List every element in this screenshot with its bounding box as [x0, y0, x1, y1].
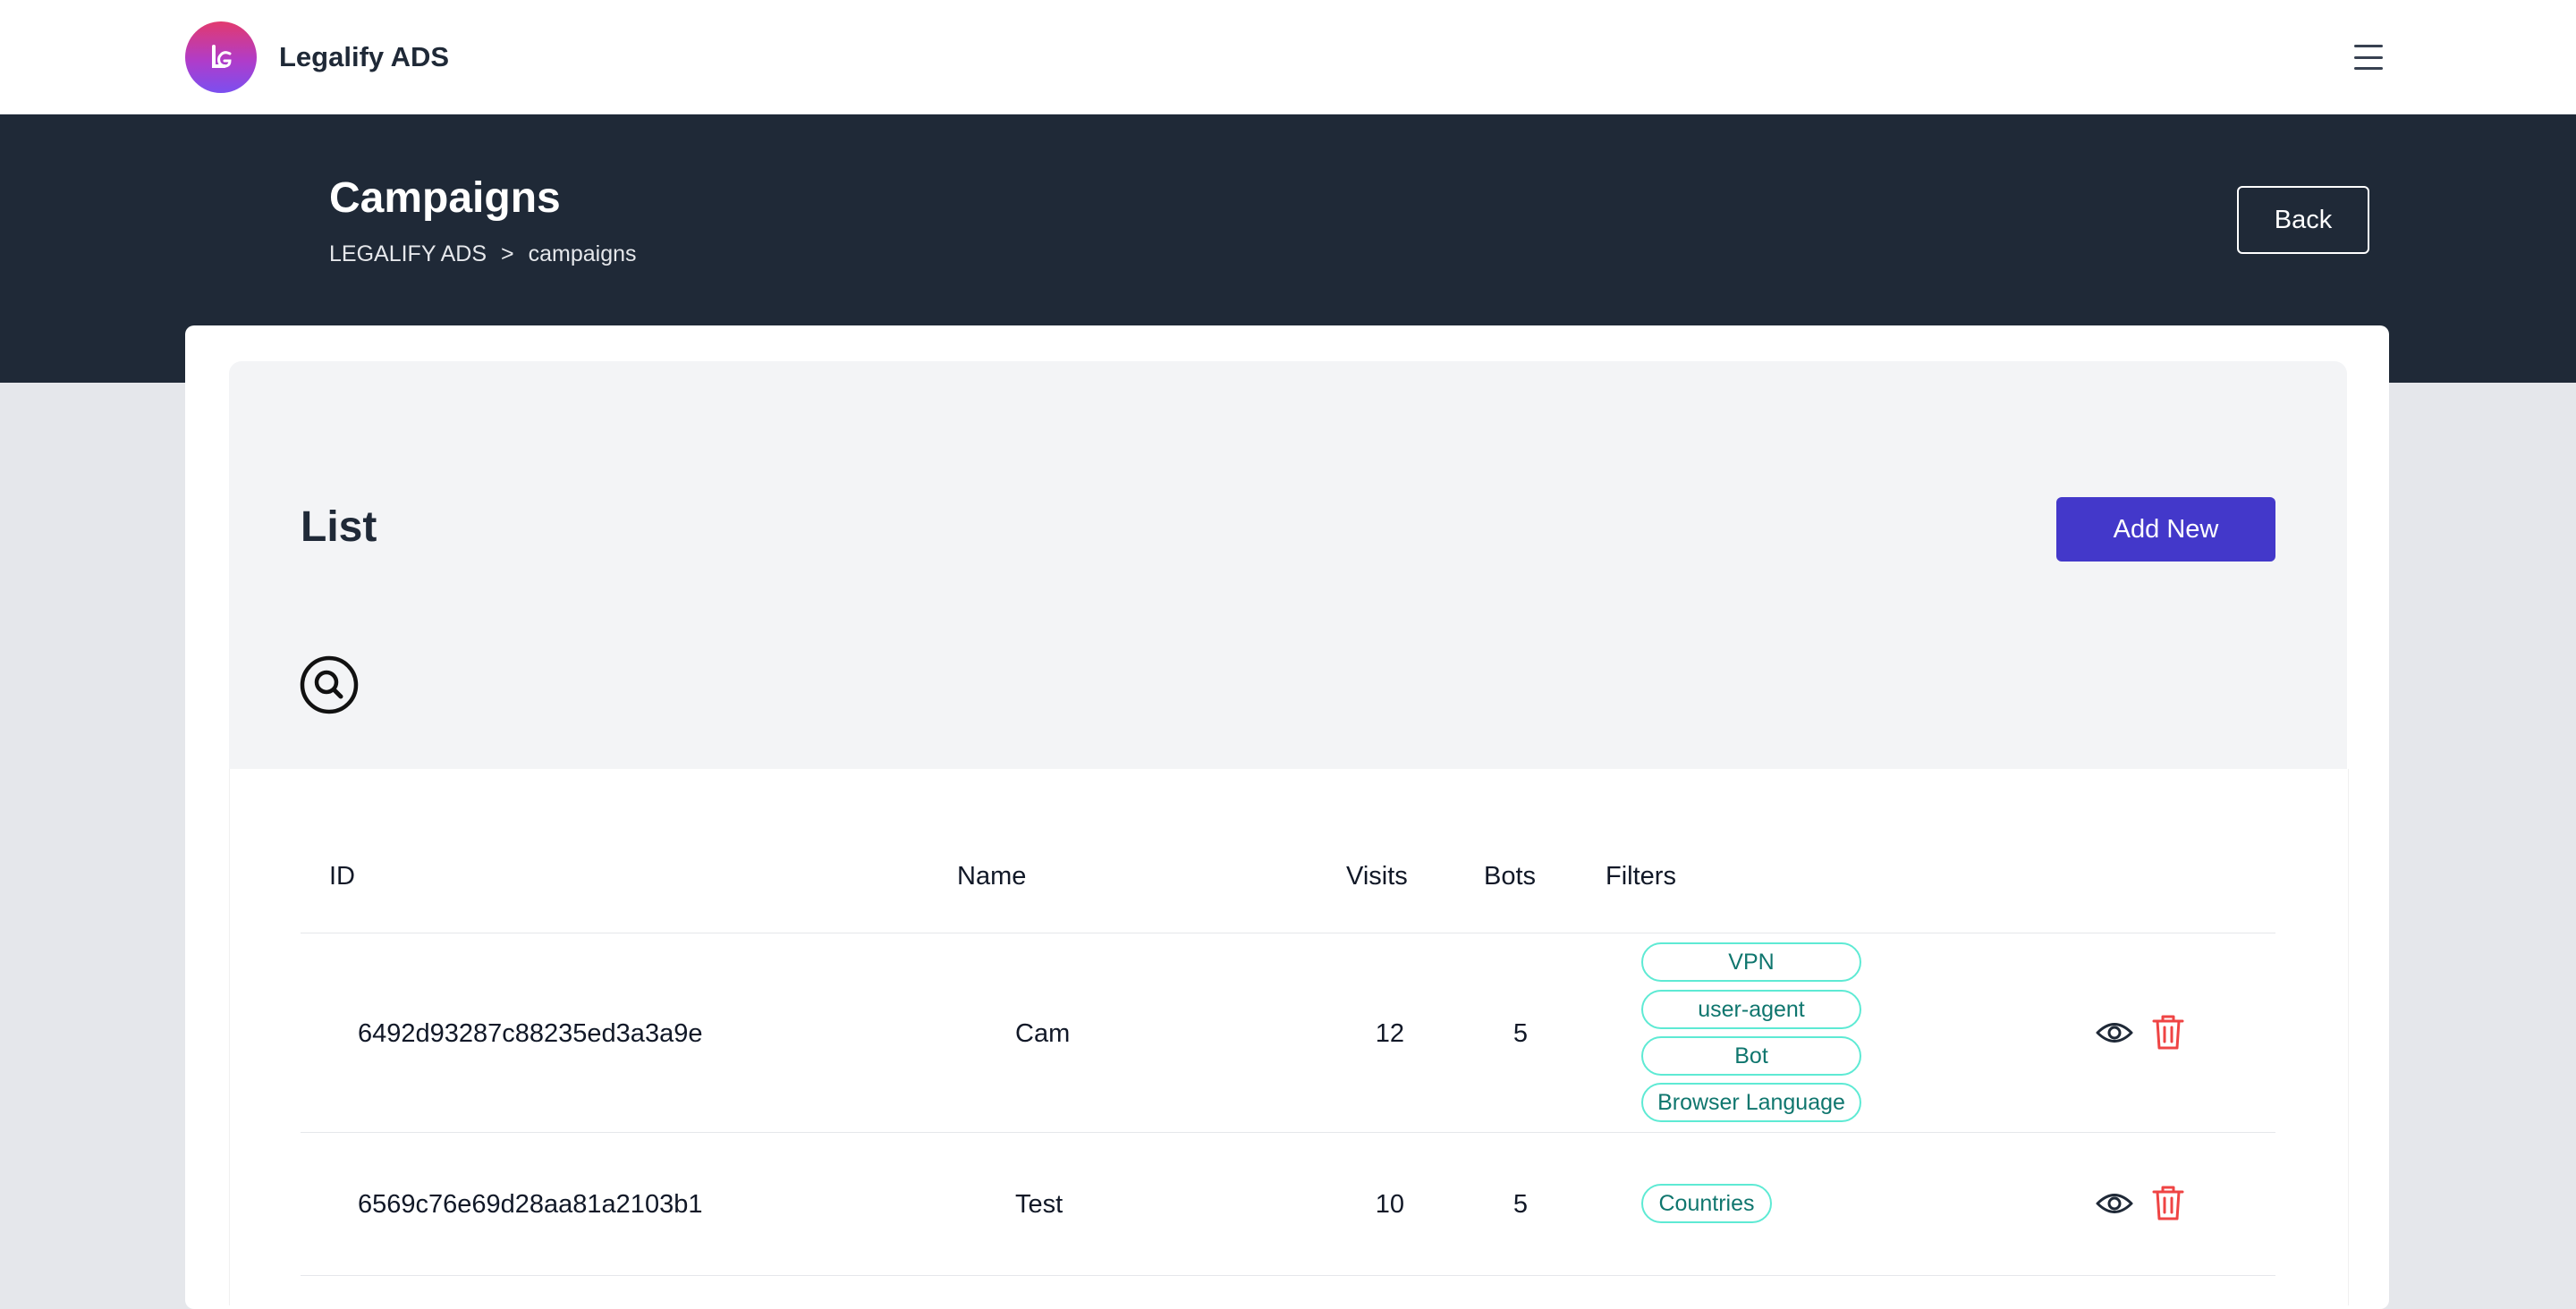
cell-id: 6492d93287c88235ed3a3a9e	[358, 1019, 703, 1048]
cell-bots: 5	[1513, 1019, 1528, 1048]
column-header-bots: Bots	[1484, 862, 1537, 891]
breadcrumb-current: campaigns	[528, 241, 637, 266]
add-new-button[interactable]: Add New	[2056, 497, 2275, 562]
list-title: List	[301, 503, 377, 551]
trash-icon[interactable]	[2148, 1183, 2188, 1222]
column-header-id: ID	[329, 862, 355, 891]
logo-icon	[212, 45, 232, 68]
cell-bots: 5	[1513, 1190, 1528, 1219]
cell-visits: 12	[1375, 1019, 1404, 1048]
filter-tag: Bot	[1641, 1036, 1861, 1076]
page-title: Campaigns	[329, 174, 561, 222]
breadcrumb-separator: >	[501, 241, 514, 266]
filter-tag: user-agent	[1641, 990, 1861, 1029]
trash-icon[interactable]	[2148, 1012, 2188, 1051]
filter-tag: VPN	[1641, 942, 1861, 982]
search-icon[interactable]	[299, 654, 360, 715]
cell-name: Test	[1015, 1190, 1063, 1219]
breadcrumb-root[interactable]: LEGALIFY ADS	[329, 241, 487, 266]
cell-name: Cam	[1015, 1019, 1071, 1048]
back-button[interactable]: Back	[2237, 186, 2369, 254]
row-divider	[301, 1275, 2275, 1276]
hamburger-menu-icon[interactable]	[2351, 39, 2386, 75]
eye-icon[interactable]	[2095, 1013, 2134, 1052]
breadcrumb: LEGALIFY ADS > campaigns	[329, 240, 637, 268]
column-header-filters: Filters	[1606, 862, 1676, 891]
list-panel	[229, 361, 2347, 769]
filter-tag: Countries	[1641, 1184, 1772, 1223]
eye-icon[interactable]	[2095, 1184, 2134, 1223]
cell-id: 6569c76e69d28aa81a2103b1	[358, 1190, 703, 1219]
column-header-visits: Visits	[1346, 862, 1408, 891]
brand-logo[interactable]	[185, 21, 257, 93]
filter-tag: Browser Language	[1641, 1083, 1861, 1122]
row-divider	[301, 1132, 2275, 1133]
top-navbar: Legalify ADS	[0, 0, 2576, 114]
column-header-name: Name	[957, 862, 1027, 891]
brand-name[interactable]: Legalify ADS	[279, 39, 449, 75]
cell-visits: 10	[1375, 1190, 1404, 1219]
